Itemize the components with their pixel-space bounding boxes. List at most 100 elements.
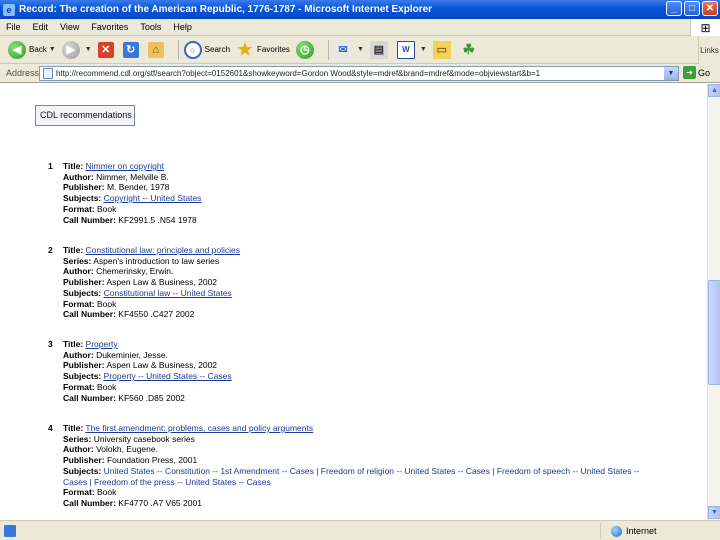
author-value: Dukeminier, Jesse. — [96, 349, 168, 360]
subject-link[interactable]: Property -- United States -- Cases — [104, 371, 232, 381]
vertical-scrollbar[interactable]: ▲ ▼ — [707, 84, 720, 520]
window-title: Record: The creation of the American Rep… — [19, 4, 433, 15]
series-value: Aspen's introduction to law series — [93, 255, 220, 266]
menu-help[interactable]: Help — [173, 22, 192, 32]
address-input[interactable]: http://recommend.cdl.org/stf/search?obje… — [39, 66, 679, 81]
security-zone: Internet — [600, 523, 718, 539]
search-label: Search — [204, 45, 231, 54]
go-arrow-icon: ➜ — [683, 66, 696, 79]
menu-file[interactable]: File — [6, 22, 21, 32]
field-label: Publisher: — [63, 455, 105, 466]
field-label: Publisher: — [63, 360, 105, 371]
field-label: Format: — [63, 203, 95, 214]
page-content: CDL recommendations 1 Title: Nimmer on c… — [0, 84, 707, 520]
page-icon — [43, 68, 53, 79]
maximize-button[interactable]: □ — [684, 1, 700, 16]
history-icon: ◷ — [295, 40, 314, 59]
title-link[interactable]: Property — [86, 339, 118, 349]
mail-button[interactable]: ✉ ▼ — [333, 40, 364, 59]
globe-icon — [611, 525, 622, 537]
history-button[interactable]: ◷ — [295, 40, 317, 59]
menu-favorites[interactable]: Favorites — [91, 22, 128, 32]
mail-icon: ✉ — [333, 40, 352, 59]
subject-link[interactable]: Copyright -- United States — [104, 193, 202, 203]
address-label: Address — [6, 68, 40, 78]
publisher-value: Aspen Law & Business, 2002 — [106, 277, 218, 288]
go-button[interactable]: ➜ Go — [683, 66, 710, 79]
favorites-label: Favorites — [257, 45, 290, 54]
window-controls: _ □ ✕ — [666, 1, 718, 16]
folder-icon: ▭ — [432, 40, 451, 59]
ie-logo-icon: e — [3, 3, 15, 16]
toolbar: ◀ Back ▼ ▶ ▼ ✕ ↻ ⌂ ○ Search ★ Favorites … — [0, 36, 720, 64]
chevron-down-icon[interactable]: ▼ — [664, 67, 678, 80]
menu-bar: File Edit View Favorites Tools Help ⊞ — [0, 19, 720, 36]
record-number: 4 — [48, 423, 53, 433]
field-label: Subjects: — [63, 287, 102, 298]
field-label: Subjects: — [63, 465, 102, 476]
title-bar: e Record: The creation of the American R… — [0, 0, 720, 19]
home-button[interactable]: ⌂ — [147, 41, 167, 58]
field-label: Author: — [63, 266, 94, 277]
record-number: 2 — [48, 245, 53, 255]
format-value: Book — [97, 381, 117, 392]
call-number-value: KF2991.5 .N54 1978 — [118, 214, 197, 225]
scrollbar-thumb[interactable] — [708, 280, 720, 385]
stop-icon: ✕ — [97, 41, 114, 58]
chevron-down-icon[interactable]: ▼ — [420, 46, 427, 53]
cdl-recommendations-button[interactable]: CDL recommendations — [35, 105, 135, 126]
field-label: Format: — [63, 487, 95, 498]
title-link[interactable]: Nimmer on copyright — [86, 161, 164, 171]
scroll-down-icon[interactable]: ▼ — [708, 506, 720, 519]
field-label: Author: — [63, 444, 94, 455]
call-number-value: KF4770 .A7 V65 2001 — [118, 497, 202, 508]
minimize-button[interactable]: _ — [666, 1, 682, 16]
page-done-icon — [4, 524, 16, 537]
field-label: Format: — [63, 298, 95, 309]
links-button[interactable]: Links — [698, 36, 720, 64]
messenger-icon: ☘ — [462, 41, 476, 57]
subject-link[interactable]: Constitutional law -- United States — [104, 288, 232, 298]
field-label: Title: — [63, 245, 84, 255]
chevron-down-icon[interactable]: ▼ — [49, 46, 56, 53]
forward-button[interactable]: ▶ ▼ — [61, 40, 92, 59]
format-value: Book — [97, 487, 117, 498]
stop-button[interactable]: ✕ — [97, 41, 117, 58]
field-label: Call Number: — [63, 392, 116, 403]
field-label: Call Number: — [63, 214, 116, 225]
scroll-up-icon[interactable]: ▲ — [708, 84, 720, 97]
title-link[interactable]: Constitutional law: principles and polic… — [86, 245, 241, 255]
menu-view[interactable]: View — [60, 22, 79, 32]
forward-arrow-icon: ▶ — [61, 40, 80, 59]
chevron-down-icon[interactable]: ▼ — [85, 46, 92, 53]
subject-links[interactable]: United States -- Constitution -- 1st Ame… — [63, 466, 640, 487]
series-value: University casebook series — [93, 433, 195, 444]
messenger-button[interactable]: ☘ — [460, 41, 481, 59]
back-arrow-icon: ◀ — [8, 40, 26, 59]
field-label: Author: — [63, 171, 94, 182]
toolbar-separator — [327, 39, 329, 60]
field-label: Format: — [63, 381, 95, 392]
discuss-button[interactable]: ▭ — [432, 40, 454, 59]
back-button[interactable]: ◀ Back ▼ — [8, 40, 56, 59]
field-label: Publisher: — [63, 182, 105, 193]
favorites-button[interactable]: ★ Favorites — [236, 39, 290, 59]
menu-tools[interactable]: Tools — [140, 22, 161, 32]
title-link[interactable]: The first amendment: problems, cases and… — [85, 423, 313, 433]
edit-button[interactable]: W ▼ — [396, 40, 427, 59]
refresh-button[interactable]: ↻ — [122, 41, 142, 58]
format-value: Book — [97, 298, 117, 309]
format-value: Book — [97, 203, 117, 214]
print-button[interactable]: ▤ — [369, 40, 391, 59]
field-label: Series: — [63, 255, 92, 266]
zone-label: Internet — [626, 526, 657, 536]
favorites-star-icon: ★ — [237, 39, 253, 59]
menu-edit[interactable]: Edit — [33, 22, 49, 32]
back-label: Back — [29, 45, 47, 54]
address-url[interactable]: http://recommend.cdl.org/stf/search?obje… — [56, 69, 656, 78]
address-bar: Address http://recommend.cdl.org/stf/sea… — [0, 64, 720, 83]
close-button[interactable]: ✕ — [702, 1, 718, 16]
field-label: Call Number: — [63, 309, 116, 320]
search-button[interactable]: ○ Search — [183, 40, 231, 59]
chevron-down-icon[interactable]: ▼ — [357, 46, 364, 53]
